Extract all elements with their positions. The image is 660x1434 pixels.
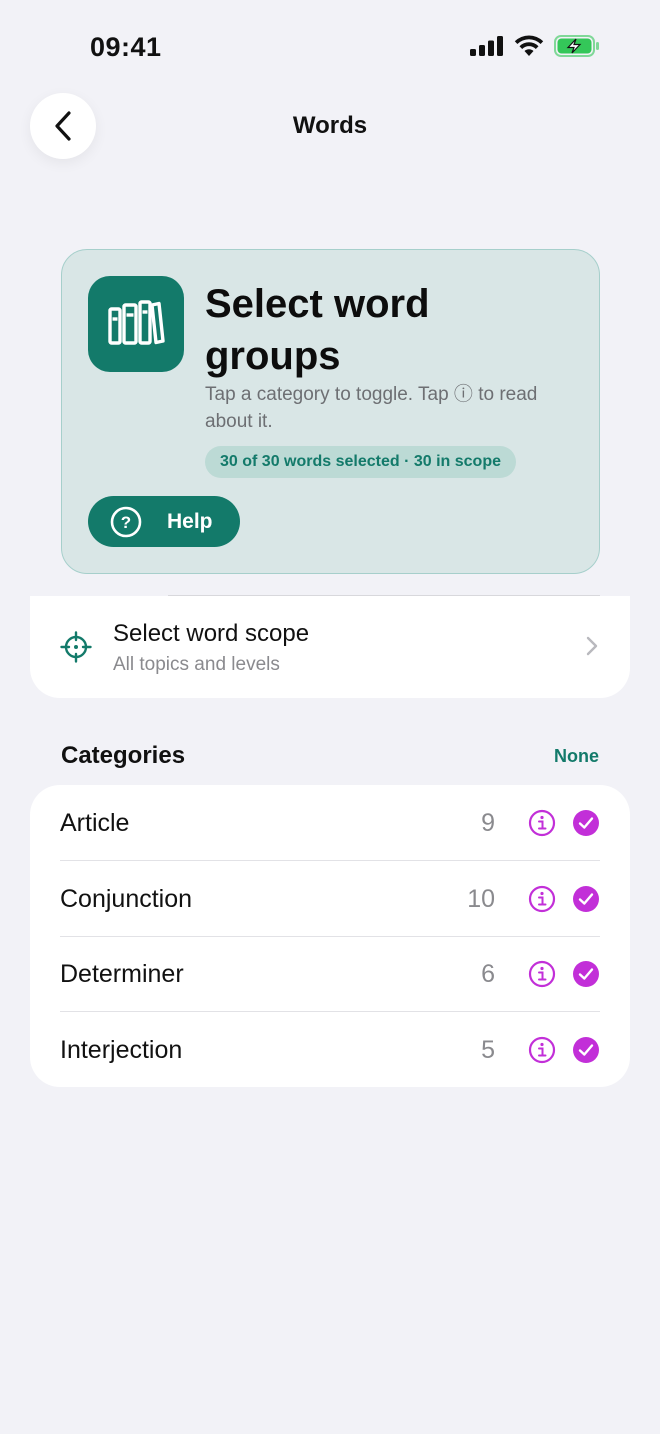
scope-subtitle: All topics and levels xyxy=(113,654,280,675)
category-row-conjunction[interactable]: Conjunction 10 xyxy=(30,861,630,937)
categories-header: Categories xyxy=(61,742,186,769)
category-count: 6 xyxy=(481,960,495,988)
status-icons xyxy=(470,35,600,57)
category-row-determiner[interactable]: Determiner 6 xyxy=(30,936,630,1012)
info-icon[interactable] xyxy=(528,960,556,988)
wifi-icon xyxy=(514,35,544,56)
question-circle-icon: ? xyxy=(110,506,142,537)
category-row-interjection[interactable]: Interjection 5 xyxy=(30,1012,630,1087)
status-time: 09:41 xyxy=(90,32,162,62)
cellular-signal-icon xyxy=(470,36,503,56)
select-word-scope-row[interactable]: Select word scope All topics and levels xyxy=(30,596,630,698)
books-icon xyxy=(108,300,165,345)
scope-title: Select word scope xyxy=(113,620,310,647)
category-name: Determiner xyxy=(60,960,184,988)
category-name: Article xyxy=(60,809,130,837)
help-button[interactable]: ? Help xyxy=(88,496,240,547)
category-name: Conjunction xyxy=(60,885,193,913)
category-count: 9 xyxy=(481,809,495,837)
checkmark-circle-icon[interactable] xyxy=(572,1036,600,1064)
checkmark-circle-icon[interactable] xyxy=(572,885,600,913)
categories-list: Article 9 Conjunction 10 Determiner 6 In… xyxy=(30,785,630,1087)
nav-title: Words xyxy=(292,112,368,139)
checkmark-circle-icon[interactable] xyxy=(572,809,600,837)
help-label: Help xyxy=(167,509,213,533)
svg-text:?: ? xyxy=(121,513,131,532)
selection-summary-badge: 30 of 30 words selected · 30 in scope xyxy=(205,446,516,478)
category-row-article[interactable]: Article 9 xyxy=(30,785,630,861)
category-name: Interjection xyxy=(60,1036,183,1064)
hero-icon-tile xyxy=(88,276,184,372)
screen: 09:41 Words Select word groups Tap a cat… xyxy=(0,0,660,1434)
info-icon[interactable] xyxy=(528,1036,556,1064)
checkmark-circle-icon[interactable] xyxy=(572,960,600,988)
battery-charging-icon xyxy=(554,35,599,57)
select-none-button[interactable]: None xyxy=(554,746,599,767)
info-icon[interactable] xyxy=(528,885,556,913)
word-groups-hero-card: Select word groups Tap a category to tog… xyxy=(61,249,600,574)
hero-title: Select word groups xyxy=(205,282,430,378)
category-count: 10 xyxy=(467,885,495,913)
hero-description: Tap a category to toggle. Tap ⓘ to read … xyxy=(205,384,538,432)
chevron-right-icon xyxy=(586,636,598,656)
category-count: 5 xyxy=(481,1036,495,1064)
info-icon[interactable] xyxy=(528,809,556,837)
target-icon xyxy=(60,631,92,663)
